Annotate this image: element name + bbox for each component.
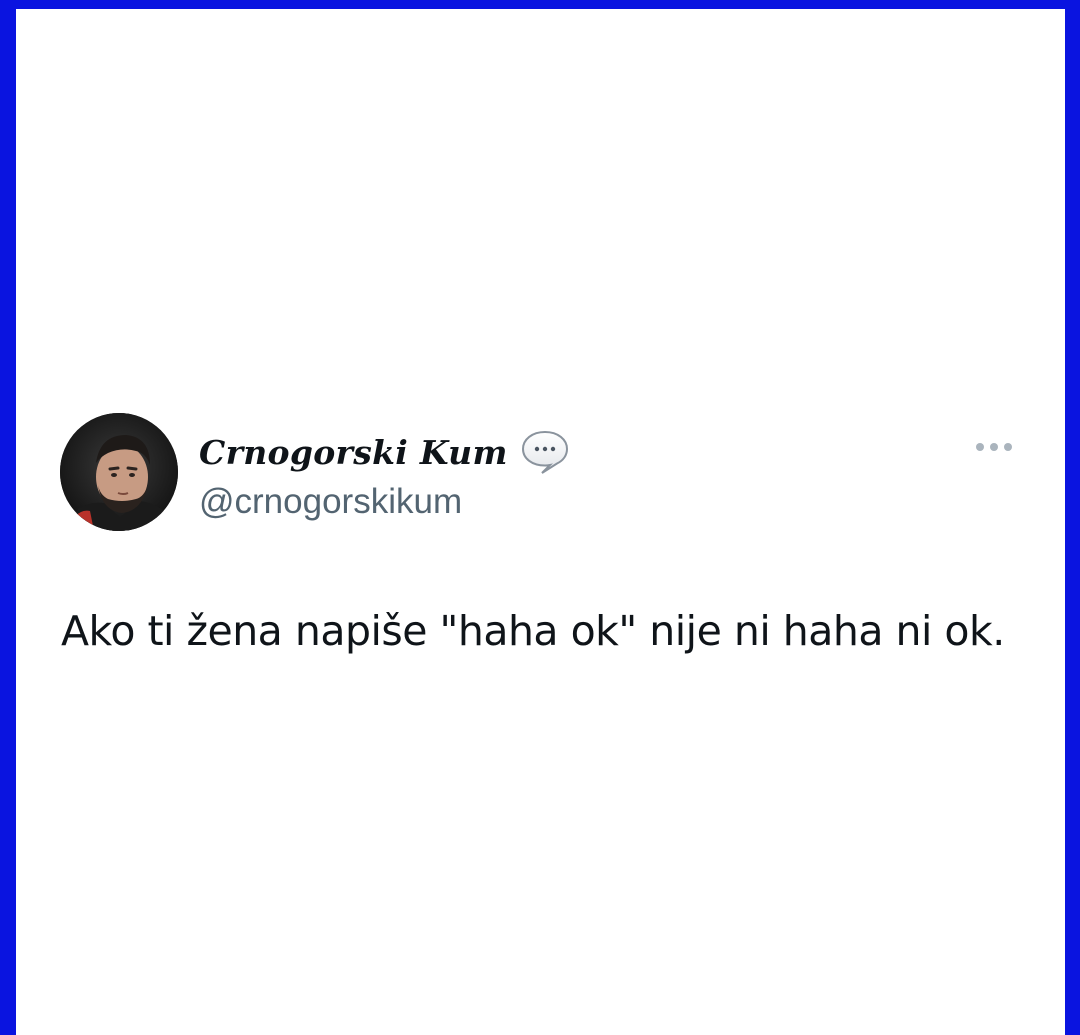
- speech-bubble-icon: [520, 428, 570, 476]
- author-name-row: Crnogorski Kum: [199, 427, 570, 477]
- screenshot-frame: Crnogorski Kum @crnogorskikum Ako ti žen…: [16, 9, 1065, 1035]
- avatar[interactable]: [60, 413, 178, 531]
- author-display-name[interactable]: Crnogorski Kum: [199, 433, 508, 472]
- tweet-text: Ako ti žena napiše "haha ok" nije ni hah…: [61, 607, 1005, 655]
- profile-photo: [60, 413, 178, 531]
- more-options-icon: [976, 443, 1012, 451]
- tweet-card[interactable]: Crnogorski Kum @crnogorskikum Ako ti žen…: [16, 9, 1065, 1035]
- author-handle[interactable]: @crnogorskikum: [199, 482, 462, 522]
- more-options-button[interactable]: [969, 434, 1019, 460]
